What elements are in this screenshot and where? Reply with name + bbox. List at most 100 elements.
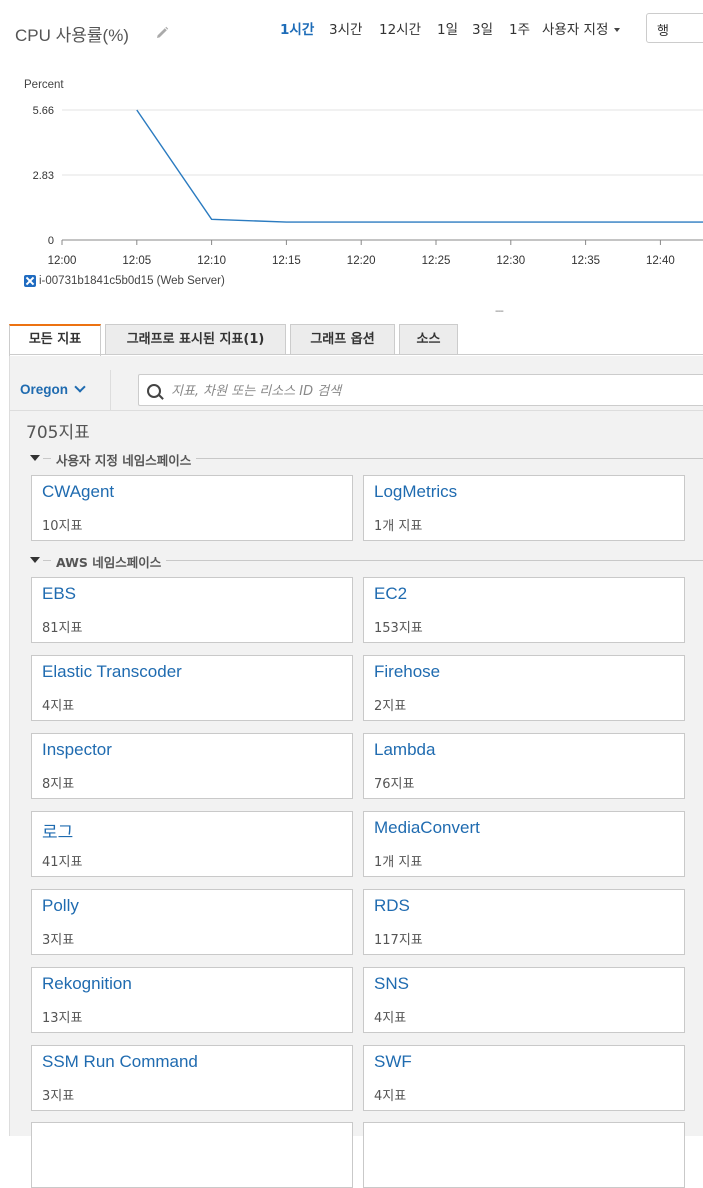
x-tick-label: 12:10	[197, 255, 226, 267]
namespace-metric-count: 4지표	[374, 1011, 407, 1026]
namespace-card[interactable]: RDS 117지표	[363, 889, 685, 955]
namespace-metric-count: 8지표	[42, 777, 75, 792]
namespace-card[interactable]: 로그 41지표	[31, 811, 353, 877]
x-tick-label: 12:30	[496, 255, 525, 267]
tab-graph-options[interactable]: 그래프 옵션	[290, 324, 395, 354]
namespace-card[interactable]: SSM Run Command 3지표	[31, 1045, 353, 1111]
x-tick-label: 12:20	[347, 255, 376, 267]
aws-namespace-header[interactable]: AWS 네임스페이스	[30, 552, 703, 571]
namespace-name[interactable]: 로그	[42, 818, 73, 843]
namespace-card-partial[interactable]	[31, 1122, 353, 1188]
period-select[interactable]: 행	[646, 13, 703, 43]
tab-graphed-metrics[interactable]: 그래프로 표시된 지표(1)	[105, 324, 286, 354]
chart-legend: i-00731b1841c5b0d15 (Web Server)	[24, 275, 225, 287]
namespace-metric-count: 1개 지표	[374, 855, 423, 870]
legend-series-label: i-00731b1841c5b0d15 (Web Server)	[39, 275, 225, 287]
namespace-metric-count: 117지표	[374, 933, 423, 948]
collapse-triangle-icon	[30, 557, 40, 563]
region-label: Oregon	[20, 382, 69, 397]
search-icon	[147, 384, 161, 398]
namespace-card[interactable]: Rekognition 13지표	[31, 967, 353, 1033]
custom-namespace-title: 사용자 지정 네임스페이스	[51, 450, 197, 469]
range-1d[interactable]: 1일	[437, 18, 458, 38]
namespace-name[interactable]: Rekognition	[42, 974, 132, 994]
namespace-name[interactable]: Firehose	[374, 662, 440, 682]
y-tick-label: 5.66	[33, 105, 54, 117]
namespace-name[interactable]: Inspector	[42, 740, 112, 760]
namespace-card[interactable]: Elastic Transcoder 4지표	[31, 655, 353, 721]
range-3d[interactable]: 3일	[472, 18, 493, 38]
custom-range-dropdown[interactable]: 사용자 지정	[542, 18, 621, 38]
metric-search-input[interactable]	[169, 375, 703, 407]
namespace-name[interactable]: SWF	[374, 1052, 412, 1072]
namespace-name[interactable]: Polly	[42, 896, 79, 916]
namespace-card[interactable]: Lambda 76지표	[363, 733, 685, 799]
namespace-card[interactable]: Polly 3지표	[31, 889, 353, 955]
namespace-metric-count: 2지표	[374, 699, 407, 714]
namespace-metric-count: 81지표	[42, 621, 83, 636]
namespace-card[interactable]: EC2 153지표	[363, 577, 685, 643]
namespace-card[interactable]: SWF 4지표	[363, 1045, 685, 1111]
pencil-edit-icon[interactable]	[154, 25, 170, 41]
namespace-name[interactable]: Lambda	[374, 740, 435, 760]
namespace-card[interactable]: CWAgent 10지표	[31, 475, 353, 541]
x-tick-label: 12:15	[272, 255, 301, 267]
namespace-metric-count: 3지표	[42, 1089, 75, 1104]
namespace-metric-count: 4지표	[374, 1089, 407, 1104]
toolbar-divider	[10, 410, 703, 411]
namespace-metric-count: 4지표	[42, 699, 75, 714]
namespace-card[interactable]: Firehose 2지표	[363, 655, 685, 721]
custom-range-label: 사용자 지정	[542, 22, 609, 38]
x-tick-label: 12:40	[646, 255, 675, 267]
namespace-card-partial[interactable]	[363, 1122, 685, 1188]
namespace-name[interactable]: EBS	[42, 584, 76, 604]
namespace-name[interactable]: LogMetrics	[374, 482, 457, 502]
namespace-name[interactable]: CWAgent	[42, 482, 114, 502]
namespace-card[interactable]: Inspector 8지표	[31, 733, 353, 799]
collapse-triangle-icon	[30, 455, 40, 461]
namespace-metric-count: 41지표	[42, 855, 83, 870]
custom-namespace-header[interactable]: 사용자 지정 네임스페이스	[30, 450, 703, 469]
x-tick-label: 12:00	[48, 255, 77, 267]
y-tick-label: 2.83	[33, 170, 54, 182]
tab-all-metrics[interactable]: 모든 지표	[9, 324, 101, 356]
namespace-name[interactable]: RDS	[374, 896, 410, 916]
chevron-down-icon	[74, 381, 86, 393]
remove-series-icon[interactable]	[24, 275, 36, 287]
namespace-metric-count: 3지표	[42, 933, 75, 948]
x-tick-label: 12:05	[122, 255, 151, 267]
tab-source[interactable]: 소스	[399, 324, 458, 354]
y-axis-label: Percent	[24, 79, 64, 91]
namespace-name[interactable]: SSM Run Command	[42, 1052, 198, 1072]
metric-total-count: 705지표	[26, 423, 90, 443]
namespace-metric-count: 10지표	[42, 519, 83, 534]
range-3h[interactable]: 3시간	[329, 18, 362, 38]
cpu-line-chart: Percent 0 2.83 5.66 12:00 12:05 12:10 12:15 12:2…	[24, 79, 703, 267]
namespace-name[interactable]: EC2	[374, 584, 407, 604]
region-selector[interactable]: Oregon	[20, 381, 86, 397]
x-tick-label: 12:35	[571, 255, 600, 267]
namespace-card[interactable]: EBS 81지표	[31, 577, 353, 643]
toolbar-separator	[110, 370, 111, 410]
namespace-metric-count: 1개 지표	[374, 519, 423, 534]
namespace-name[interactable]: MediaConvert	[374, 818, 480, 838]
series-line	[136, 109, 703, 223]
resize-handle[interactable]: ---	[495, 306, 504, 317]
namespace-metric-count: 153지표	[374, 621, 423, 636]
range-12h[interactable]: 12시간	[379, 18, 421, 38]
metric-search-box	[138, 374, 703, 407]
aws-namespace-title: AWS 네임스페이스	[51, 552, 167, 571]
graph-title: CPU 사용률(%)	[15, 26, 129, 45]
namespace-name[interactable]: SNS	[374, 974, 409, 994]
namespace-card[interactable]: SNS 4지표	[363, 967, 685, 1033]
namespace-metric-count: 13지표	[42, 1011, 83, 1026]
y-tick-label: 0	[48, 235, 54, 247]
metrics-browser: Oregon 705지표 사용자 지정 네임스페이스 CWAgent 10지표 Lo…	[9, 356, 703, 1188]
tabs-divider	[9, 354, 703, 355]
namespace-name[interactable]: Elastic Transcoder	[42, 662, 182, 682]
caret-down-icon	[614, 28, 621, 32]
range-1w[interactable]: 1주	[509, 18, 530, 38]
range-1h[interactable]: 1시간	[280, 18, 314, 38]
namespace-card[interactable]: LogMetrics 1개 지표	[363, 475, 685, 541]
namespace-card[interactable]: MediaConvert 1개 지표	[363, 811, 685, 877]
